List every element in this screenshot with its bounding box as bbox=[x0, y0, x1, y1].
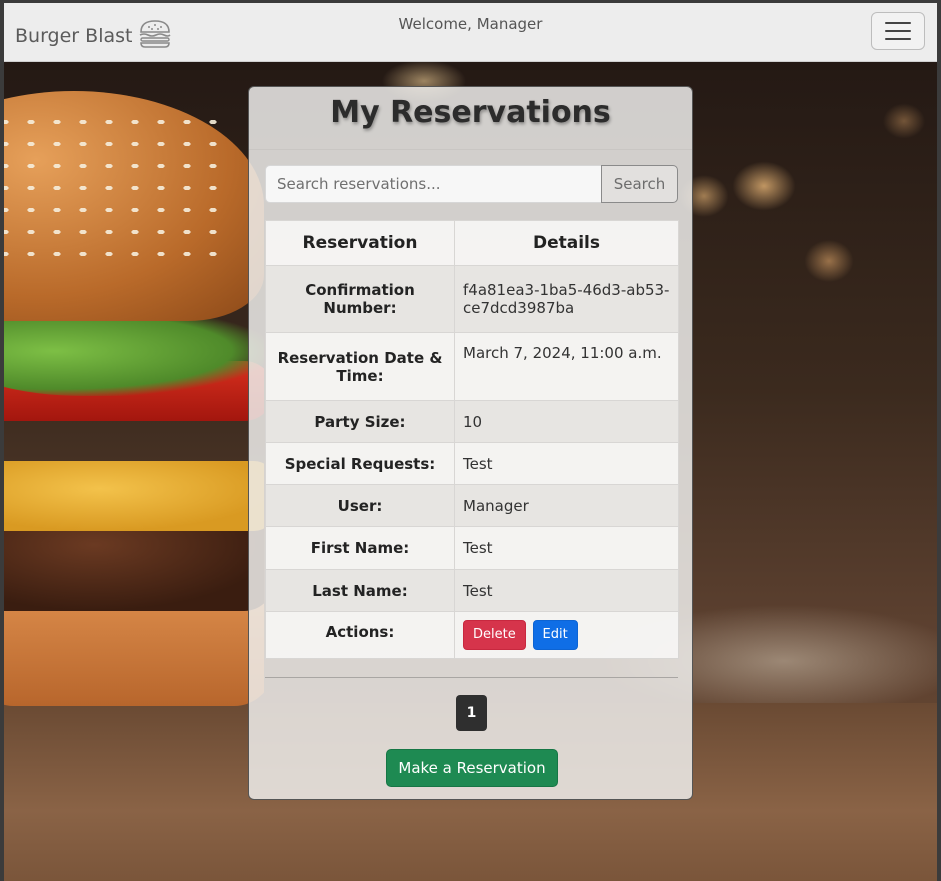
table-row: User: Manager bbox=[265, 484, 679, 527]
row-value-user: Manager bbox=[454, 484, 679, 527]
column-header-details: Details bbox=[454, 220, 679, 266]
table-row: Party Size: 10 bbox=[265, 400, 679, 443]
table-row: Confirmation Number: f4a81ea3-1ba5-46d3-… bbox=[265, 265, 679, 333]
row-value-actions: Delete Edit bbox=[454, 611, 679, 659]
row-value-reservation-date-time: March 7, 2024, 11:00 a.m. bbox=[454, 332, 679, 401]
delete-button[interactable]: Delete bbox=[463, 620, 526, 650]
search-form: Search bbox=[265, 165, 678, 203]
row-value-party-size: 10 bbox=[454, 400, 679, 443]
table-header-row: Reservation Details bbox=[265, 220, 679, 266]
edit-button[interactable]: Edit bbox=[532, 620, 578, 650]
row-label-actions: Actions: bbox=[265, 611, 455, 659]
row-label-confirmation-number: Confirmation Number: bbox=[265, 265, 455, 333]
hamburger-menu-icon bbox=[885, 22, 911, 24]
row-label-reservation-date-time: Reservation Date & Time: bbox=[265, 332, 455, 401]
row-label-first-name: First Name: bbox=[265, 526, 455, 570]
table-row: First Name: Test bbox=[265, 526, 679, 570]
table-row: Special Requests: Test bbox=[265, 442, 679, 485]
row-label-user: User: bbox=[265, 484, 455, 527]
make-reservation-button[interactable]: Make a Reservation bbox=[386, 749, 558, 787]
row-value-last-name: Test bbox=[454, 569, 679, 612]
row-value-special-requests: Test bbox=[454, 442, 679, 485]
row-label-party-size: Party Size: bbox=[265, 400, 455, 443]
row-value-confirmation-number: f4a81ea3-1ba5-46d3-ab53-ce7dcd3987ba bbox=[454, 265, 679, 333]
page-link-current[interactable]: 1 bbox=[456, 695, 487, 731]
page-title: My Reservations bbox=[330, 95, 611, 130]
table-row: Reservation Date & Time: March 7, 2024, … bbox=[265, 332, 679, 401]
row-value-first-name: Test bbox=[454, 526, 679, 570]
row-label-special-requests: Special Requests: bbox=[265, 442, 455, 485]
column-header-reservation: Reservation bbox=[265, 220, 455, 266]
welcome-message: Welcome, Manager bbox=[398, 15, 543, 33]
divider bbox=[265, 677, 678, 678]
row-label-last-name: Last Name: bbox=[265, 569, 455, 612]
table-row: Actions: Delete Edit bbox=[265, 611, 679, 659]
reservations-card: My Reservations Search Reservation Detai… bbox=[248, 86, 693, 800]
browser-viewport: Burger Blast Welcome, Manager My Reserva… bbox=[0, 0, 941, 881]
search-button[interactable]: Search bbox=[601, 165, 678, 203]
card-header: My Reservations bbox=[249, 87, 692, 150]
navbar: Burger Blast Welcome, Manager bbox=[4, 3, 937, 62]
background-burger-image bbox=[4, 61, 264, 881]
search-input[interactable] bbox=[265, 165, 601, 203]
reservation-table: Reservation Details Confirmation Number:… bbox=[265, 220, 679, 659]
navbar-toggle-button[interactable] bbox=[871, 12, 925, 50]
table-row: Last Name: Test bbox=[265, 569, 679, 612]
